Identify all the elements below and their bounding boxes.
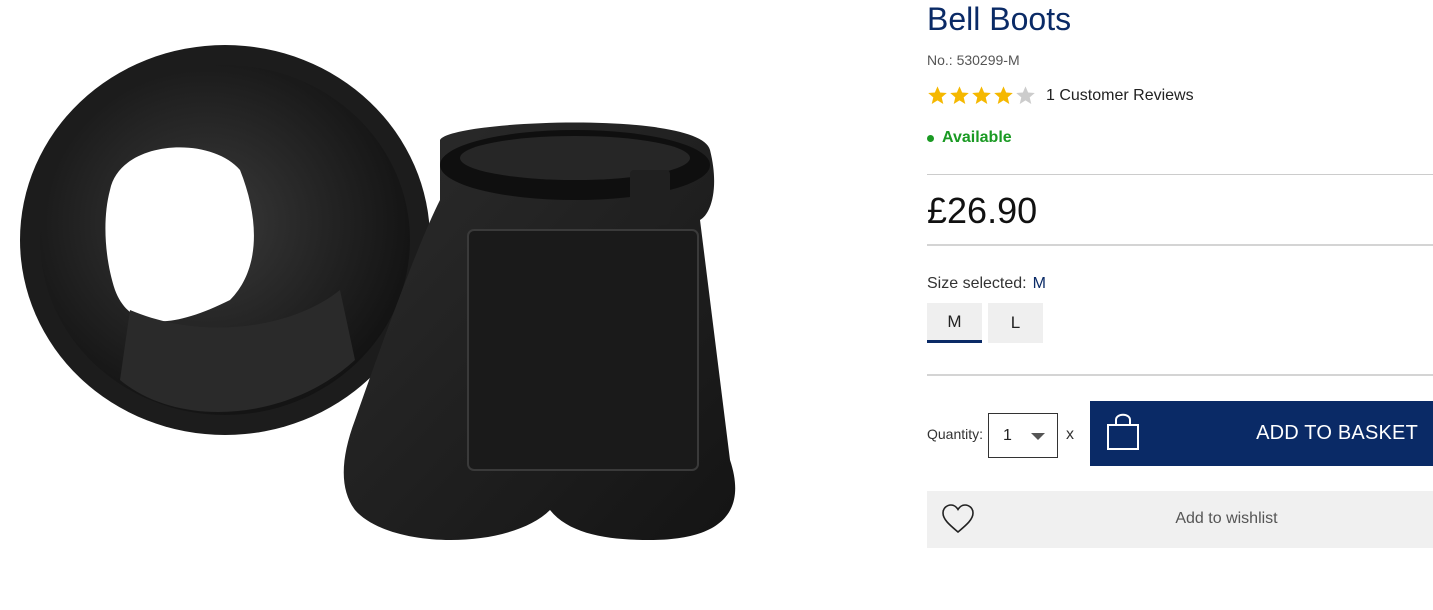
size-options: ML — [927, 303, 1049, 343]
product-image — [20, 45, 736, 540]
divider — [927, 244, 1433, 246]
quantity-label: Quantity: — [927, 426, 984, 442]
shopping-bag-icon — [1107, 413, 1139, 450]
quantity-select[interactable]: 1 — [988, 413, 1058, 458]
divider — [927, 174, 1433, 175]
quantity-multiplier: x — [1066, 426, 1074, 443]
availability-status: Available — [927, 129, 1012, 147]
star-empty-icon — [1016, 86, 1035, 104]
rating-stars — [927, 85, 1037, 106]
add-to-wishlist-label: Add to wishlist — [1175, 510, 1278, 527]
price: £26.90 — [927, 190, 1038, 231]
availability-dot-icon — [927, 134, 934, 142]
quantity-value: 1 — [1003, 426, 1012, 444]
star-filled-icon — [972, 86, 991, 104]
chevron-down-icon — [1031, 433, 1045, 440]
star-filled-icon — [950, 86, 969, 104]
size-selected-value: M — [1032, 275, 1046, 292]
product-title: Bell Boots — [927, 1, 1072, 37]
divider — [927, 374, 1433, 376]
size-selected-label: Size selected: M — [927, 275, 1046, 292]
size-option-m[interactable]: M — [927, 303, 982, 343]
customer-reviews-link[interactable]: 1 Customer Reviews — [1046, 87, 1194, 105]
star-filled-icon — [994, 86, 1013, 104]
size-option-l[interactable]: L — [988, 303, 1043, 343]
add-to-basket-button[interactable]: ADD TO BASKET — [1090, 401, 1433, 466]
add-to-wishlist-button[interactable]: Add to wishlist — [927, 491, 1433, 548]
availability-label: Available — [942, 129, 1012, 146]
star-filled-icon — [928, 86, 947, 104]
article-number: No.: 530299-M — [927, 52, 1020, 68]
add-to-basket-label: ADD TO BASKET — [1256, 422, 1418, 444]
rating: 1 Customer Reviews — [927, 85, 1194, 106]
